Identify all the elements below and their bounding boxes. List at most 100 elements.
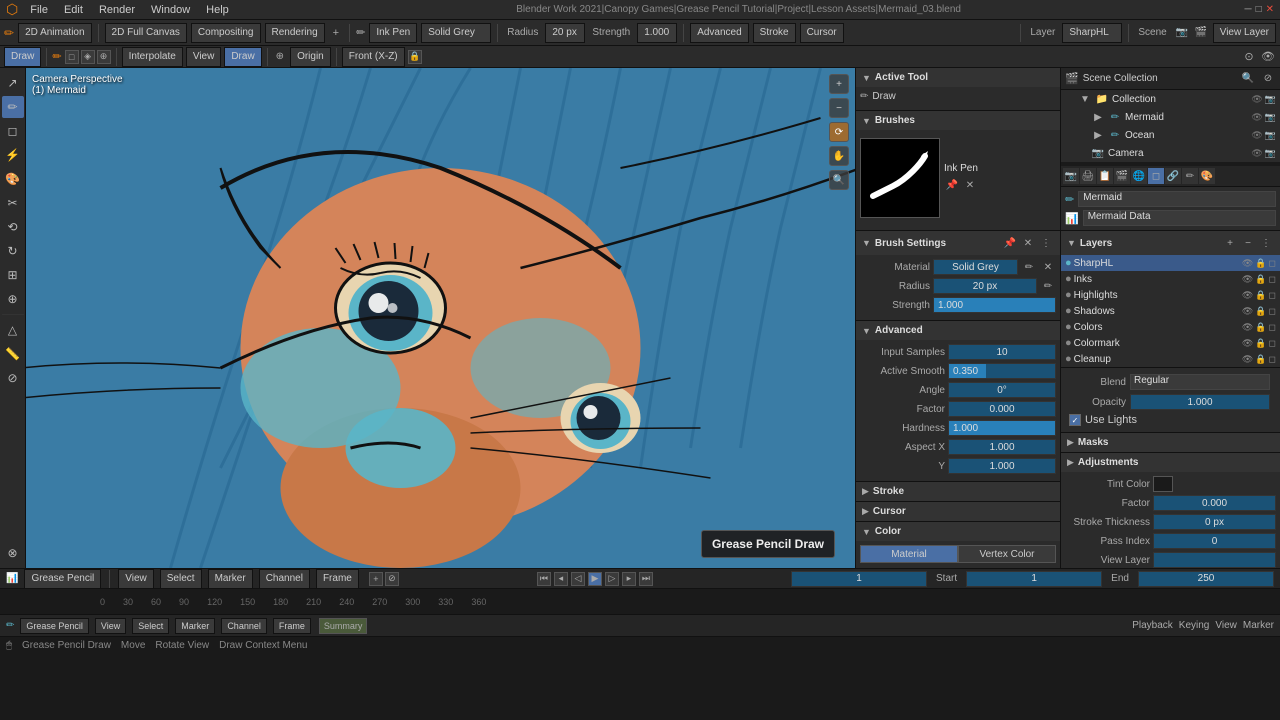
editor-type-btn[interactable]: 2D Animation xyxy=(18,23,91,43)
advanced-header[interactable]: ▼ Advanced xyxy=(856,321,1060,340)
camera-eye-icon[interactable]: 👁 xyxy=(1251,148,1262,159)
view-mode-btn[interactable]: View xyxy=(95,618,126,634)
hardness-bar[interactable]: 1.000 xyxy=(948,420,1056,436)
colors-hide-icon[interactable]: ◻ xyxy=(1269,322,1276,333)
measure-tool[interactable]: ⊗ xyxy=(2,542,24,564)
canvas-area[interactable]: + − ⟳ ✋ 🔍 Camera Perspective (1) Mermaid… xyxy=(26,68,855,568)
outliner-camera[interactable]: 📷 Camera 👁 📷 xyxy=(1061,144,1280,162)
timeline-select-btn[interactable]: Select xyxy=(160,569,202,589)
brush-settings-header[interactable]: ▼ Brush Settings 📌 ✕ ⋮ xyxy=(856,231,1060,255)
stroke-thickness-value[interactable]: 0 px xyxy=(1153,514,1276,530)
view-layer-value[interactable] xyxy=(1153,552,1276,568)
y-value[interactable]: 1.000 xyxy=(948,458,1056,474)
prop-tab-object[interactable]: ◻ xyxy=(1148,168,1164,184)
prop-tab-constraints[interactable]: 🔗 xyxy=(1165,168,1181,184)
shadows-lock-icon[interactable]: 🔒 xyxy=(1255,306,1266,317)
adjustments-header[interactable]: ▶ Adjustments xyxy=(1061,453,1280,472)
menu-edit[interactable]: Edit xyxy=(60,4,87,16)
cleanup-eye-icon[interactable]: 👁 xyxy=(1242,354,1253,365)
blender-icon[interactable]: ⬡ xyxy=(6,1,18,18)
cursor-tool[interactable]: ⊘ xyxy=(2,367,24,389)
add-track-btn[interactable]: + xyxy=(369,572,383,586)
overlay-icon2[interactable]: 👁 xyxy=(1260,49,1276,65)
settings-options[interactable]: ⋮ xyxy=(1038,235,1054,251)
mermaid-eye-icon[interactable]: 👁 xyxy=(1251,112,1262,123)
obj-name[interactable]: Mermaid xyxy=(1078,191,1276,207)
menu-render[interactable]: Render xyxy=(95,4,139,16)
erase-tool[interactable]: ◻ xyxy=(2,120,24,142)
view-type-btn[interactable]: Front (X-Z) xyxy=(342,47,405,67)
brush-radius-value[interactable]: 20 px xyxy=(933,278,1037,294)
outliner-ocean[interactable]: ▶ ✏ Ocean 👁 📷 xyxy=(1061,126,1280,144)
tool-selector[interactable]: Ink Pen xyxy=(369,23,417,43)
fill-tool[interactable]: ⚡ xyxy=(2,144,24,166)
material-close-icon[interactable]: ✕ xyxy=(1040,259,1056,275)
lock-icon[interactable]: 🔒 xyxy=(408,50,422,64)
end-frame-display[interactable]: 250 xyxy=(1138,571,1274,587)
timeline-marker-btn[interactable]: Marker xyxy=(208,569,253,589)
opacity-value[interactable]: 1.000 xyxy=(1130,394,1270,410)
colormark-lock-icon[interactable]: 🔒 xyxy=(1255,338,1266,349)
menu-file[interactable]: File xyxy=(26,4,52,16)
mermaid-camera-icon[interactable]: 📷 xyxy=(1265,112,1276,123)
nav-zoom-in[interactable]: + xyxy=(829,74,849,94)
angle-value[interactable]: 0° xyxy=(948,382,1056,398)
marker-mode-btn[interactable]: Marker xyxy=(175,618,215,634)
layer-highlights[interactable]: ● Highlights 👁 🔒 ◻ xyxy=(1061,287,1280,303)
nav-rotate[interactable]: ⟳ xyxy=(829,122,849,142)
prop-tab-output[interactable]: 🖨 xyxy=(1080,168,1096,184)
radius-input[interactable]: 20 px xyxy=(545,23,585,43)
material-edit-icon[interactable]: ✏ xyxy=(1021,259,1037,275)
gp-mode-btn[interactable]: Grease Pencil xyxy=(20,618,89,634)
current-frame-display[interactable]: 1 xyxy=(791,571,927,587)
nav-zoom[interactable]: 🔍 xyxy=(829,170,849,190)
shadows-hide-icon[interactable]: ◻ xyxy=(1269,306,1276,317)
ruler-tool[interactable]: 📏 xyxy=(2,343,24,365)
tint-factor-value[interactable]: 0.000 xyxy=(1153,495,1276,511)
origin-btn[interactable]: Origin xyxy=(290,47,331,67)
brush-strength-bar[interactable]: 1.000 xyxy=(933,297,1056,313)
ocean-eye-icon[interactable]: 👁 xyxy=(1251,130,1262,141)
layer-remove-icon[interactable]: − xyxy=(1240,235,1256,251)
colors-lock-icon[interactable]: 🔒 xyxy=(1255,322,1266,333)
add-workspace-btn[interactable]: + xyxy=(329,27,343,39)
layer-inks[interactable]: ● Inks 👁 🔒 ◻ xyxy=(1061,271,1280,287)
blend-select[interactable]: Regular xyxy=(1130,374,1270,390)
layer-sharphl[interactable]: ● SharpHL 👁 🔒 ◻ xyxy=(1061,255,1280,271)
nav-zoom-out[interactable]: − xyxy=(829,98,849,118)
select-tool[interactable]: ↗ xyxy=(2,72,24,94)
rotate-tool[interactable]: ↻ xyxy=(2,240,24,262)
highlights-hide-icon[interactable]: ◻ xyxy=(1269,290,1276,301)
cleanup-lock-icon[interactable]: 🔒 xyxy=(1255,354,1266,365)
aspect-x-value[interactable]: 1.000 xyxy=(948,439,1056,455)
colormark-eye-icon[interactable]: 👁 xyxy=(1242,338,1253,349)
layer-eye-icon[interactable]: 👁 xyxy=(1242,258,1253,269)
draw-tool[interactable]: ✏ xyxy=(2,96,24,118)
layer-selector[interactable]: SharpHL xyxy=(1062,23,1122,43)
pass-index-value[interactable]: 0 xyxy=(1153,533,1276,549)
active-tool-header[interactable]: ▼ Active Tool xyxy=(856,68,1060,87)
material-value[interactable]: Solid Grey xyxy=(933,259,1018,275)
layer-hide-icon[interactable]: ◻ xyxy=(1269,258,1276,269)
timeline-channel-btn[interactable]: Channel xyxy=(259,569,310,589)
summary-btn[interactable]: Summary xyxy=(319,618,368,634)
frame-mode-btn[interactable]: Frame xyxy=(273,618,311,634)
icon1[interactable]: □ xyxy=(65,50,79,64)
material-tab[interactable]: Material xyxy=(860,545,958,563)
input-samples-value[interactable]: 10 xyxy=(948,344,1056,360)
funnel-icon[interactable]: ⊘ xyxy=(1260,71,1276,87)
workspace-tab-1[interactable]: 2D Full Canvas xyxy=(105,23,187,43)
layer-shadows[interactable]: ● Shadows 👁 🔒 ◻ xyxy=(1061,303,1280,319)
icon2[interactable]: ◈ xyxy=(81,50,95,64)
timeline-ruler[interactable]: 0 30 60 90 120 150 180 210 240 270 300 3… xyxy=(0,589,1280,614)
prop-tab-render[interactable]: 📷 xyxy=(1063,168,1079,184)
view-layer-btn[interactable]: View Layer xyxy=(1213,23,1276,43)
cleanup-hide-icon[interactable]: ◻ xyxy=(1269,354,1276,365)
timeline-view-btn[interactable]: View xyxy=(118,569,154,589)
jump-end-btn[interactable]: ⏭ xyxy=(639,572,653,586)
filter-icon[interactable]: 🔍 xyxy=(1240,71,1256,87)
camera-icon[interactable]: 📷 xyxy=(1174,25,1190,41)
camera-render-icon[interactable]: 📷 xyxy=(1265,148,1276,159)
next-frame-btn[interactable]: ▷ xyxy=(605,572,619,586)
filter-track-icon[interactable]: ⊘ xyxy=(385,572,399,586)
